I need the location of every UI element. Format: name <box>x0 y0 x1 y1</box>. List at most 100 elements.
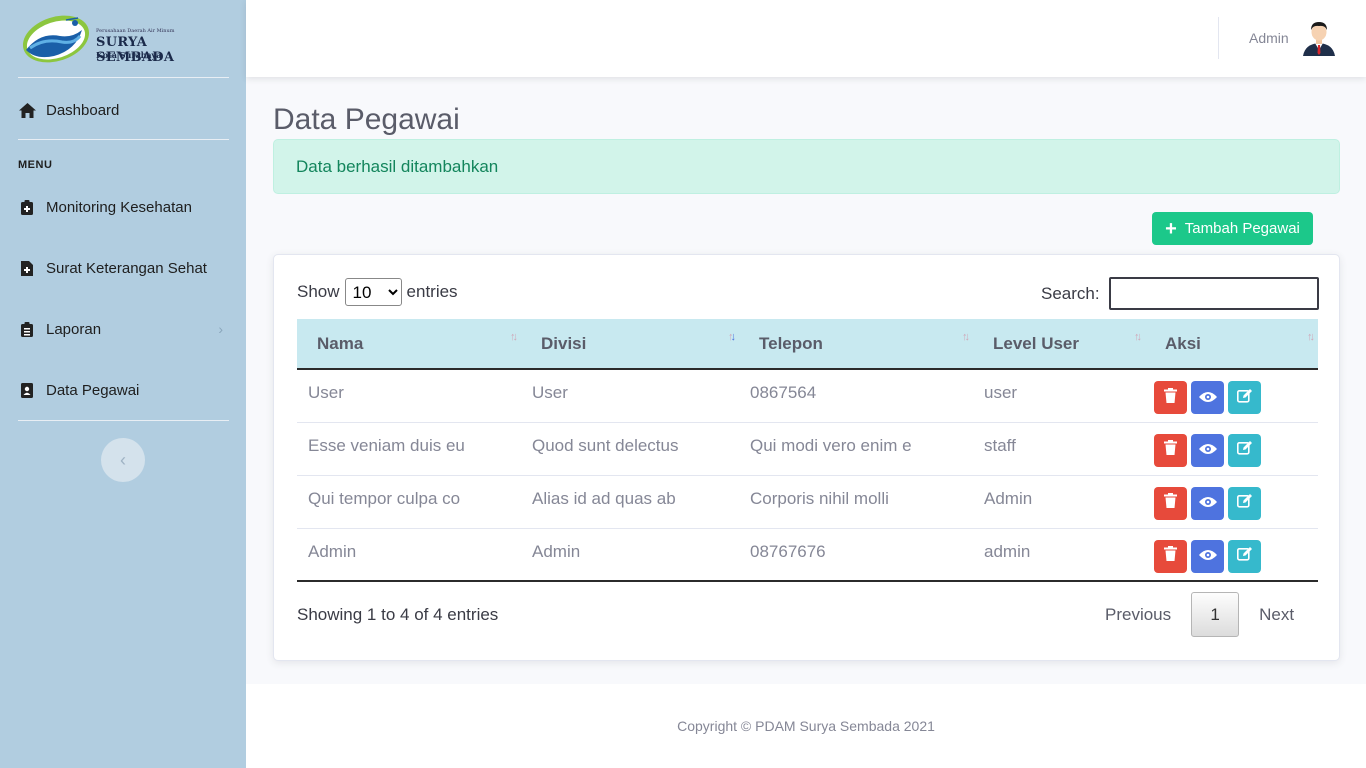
pegawai-table: Nama ↑↓ Divisi ↑↓ Telepon ↑↓ Level User ↑↓ A… <box>297 319 1318 582</box>
brand-city: Kota Surabaya <box>96 50 162 60</box>
delete-button[interactable] <box>1154 433 1187 467</box>
eye-icon <box>1198 440 1217 460</box>
edit-icon <box>1236 493 1253 513</box>
search-input[interactable] <box>1108 277 1319 310</box>
row-actions <box>1154 433 1318 467</box>
home-icon <box>18 102 36 118</box>
data-card: Show 10 entries Search: Nama ↑↓ Divisi ↑↓ … <box>273 254 1340 661</box>
footer: Copyright © PDAM Surya Sembada 2021 <box>246 684 1366 768</box>
sidebar-item-surat-keterangan-sehat[interactable]: Surat Keterangan Sehat <box>18 253 229 283</box>
sort-icon: ↑↓ <box>1134 331 1142 343</box>
cell-telepon: 08767676 <box>739 528 973 582</box>
search-label: Search: <box>1041 283 1100 303</box>
table-row: Qui tempor culpa co Alias id ad quas ab Co… <box>297 475 1318 529</box>
sidebar-item-label: Dashboard <box>46 101 120 119</box>
edit-icon <box>1236 546 1253 566</box>
topbar: Admin <box>246 0 1366 77</box>
file-medical-icon <box>18 260 36 276</box>
trash-icon <box>1164 493 1177 513</box>
brand-tagline: Perusahaan Daerah Air Minum <box>96 28 175 34</box>
view-button[interactable] <box>1191 539 1224 573</box>
delete-button[interactable] <box>1154 381 1187 414</box>
chevron-right-icon: › <box>218 321 223 337</box>
cell-aksi <box>1145 475 1318 529</box>
delete-button[interactable] <box>1154 486 1187 520</box>
sidebar-item-label: Surat Keterangan Sehat <box>46 259 207 277</box>
cell-divisi: Alias id ad quas ab <box>521 475 739 529</box>
user-avatar-icon <box>1303 22 1335 56</box>
column-header-telepon[interactable]: Telepon ↑↓ <box>739 319 973 370</box>
cell-nama: Qui tempor culpa co <box>297 475 521 529</box>
copyright-text: Copyright © PDAM Surya Sembada 2021 <box>677 718 935 734</box>
trash-icon <box>1164 440 1177 460</box>
cell-nama: User <box>297 369 521 423</box>
cell-divisi: Admin <box>521 528 739 582</box>
sidebar-item-data-pegawai[interactable]: Data Pegawai <box>18 375 229 405</box>
avatar[interactable] <box>1301 20 1337 56</box>
sidebar-item-label: Laporan <box>46 320 102 338</box>
eye-icon <box>1198 388 1217 408</box>
id-badge-icon <box>18 382 36 398</box>
brand-logo[interactable]: Perusahaan Daerah Air Minum SURYA SEMBAD… <box>20 10 230 68</box>
view-button[interactable] <box>1191 486 1224 520</box>
edit-button[interactable] <box>1228 539 1261 573</box>
entries-select[interactable]: 10 <box>344 278 402 306</box>
show-label: Show <box>297 282 340 301</box>
eye-icon <box>1198 493 1217 513</box>
edit-button[interactable] <box>1228 433 1261 467</box>
view-button[interactable] <box>1191 381 1224 414</box>
clipboard-list-icon <box>18 321 36 337</box>
sort-desc-icon: ↑↓ <box>728 331 736 343</box>
cell-level-user: user <box>973 369 1145 423</box>
edit-button[interactable] <box>1228 381 1261 414</box>
add-pegawai-button[interactable]: + Tambah Pegawai <box>1152 212 1313 245</box>
cell-aksi <box>1145 422 1318 476</box>
sidebar-heading: MENU <box>18 159 53 171</box>
sidebar-toggle-button[interactable]: ‹ <box>101 438 145 482</box>
clipboard-medical-icon <box>18 199 36 215</box>
sidebar-item-laporan[interactable]: Laporan › <box>18 314 229 344</box>
view-button[interactable] <box>1191 433 1224 467</box>
row-actions <box>1154 539 1318 573</box>
entries-length-control: Show 10 entries <box>297 278 458 306</box>
edit-button[interactable] <box>1228 486 1261 520</box>
edit-icon <box>1236 388 1253 408</box>
chevron-left-icon: ‹ <box>120 449 126 470</box>
pagination-page-1[interactable]: 1 <box>1191 592 1240 637</box>
cell-nama: Esse veniam duis eu <box>297 422 521 476</box>
pagination: Previous 1 Next <box>1091 592 1308 637</box>
delete-button[interactable] <box>1154 539 1187 573</box>
column-header-divisi[interactable]: Divisi ↑↓ <box>521 319 739 370</box>
column-header-nama[interactable]: Nama ↑↓ <box>297 319 521 370</box>
column-header-level-user[interactable]: Level User ↑↓ <box>973 319 1145 370</box>
surya-sembada-logo-icon <box>22 15 90 63</box>
cell-telepon: 0867564 <box>739 369 973 423</box>
cell-divisi: User <box>521 369 739 423</box>
sidebar-item-monitoring-kesehatan[interactable]: Monitoring Kesehatan <box>18 192 229 222</box>
cell-divisi: Quod sunt delectus <box>521 422 739 476</box>
pagination-next[interactable]: Next <box>1245 605 1308 625</box>
sort-icon: ↑↓ <box>510 331 518 343</box>
cell-aksi <box>1145 369 1318 423</box>
cell-aksi <box>1145 528 1318 582</box>
sidebar-item-dashboard[interactable]: Dashboard <box>18 95 229 125</box>
sidebar-divider <box>18 139 229 140</box>
cell-level-user: Admin <box>973 475 1145 529</box>
topbar-divider <box>1218 17 1219 59</box>
table-row: Admin Admin 08767676 admin <box>297 528 1318 582</box>
sidebar: Perusahaan Daerah Air Minum SURYA SEMBAD… <box>0 0 246 768</box>
entries-label: entries <box>406 282 458 301</box>
add-pegawai-label: Tambah Pegawai <box>1184 220 1300 237</box>
trash-icon <box>1164 546 1177 566</box>
row-actions <box>1154 381 1318 414</box>
user-name[interactable]: Admin <box>1249 30 1289 46</box>
trash-icon <box>1164 387 1177 408</box>
pagination-previous[interactable]: Previous <box>1091 605 1185 625</box>
sort-icon: ↑↓ <box>1307 331 1315 343</box>
page-title: Data Pegawai <box>273 103 460 136</box>
sidebar-item-label: Data Pegawai <box>46 381 140 399</box>
cell-telepon: Qui modi vero enim e <box>739 422 973 476</box>
column-header-aksi[interactable]: Aksi ↑↓ <box>1145 319 1318 370</box>
sort-icon: ↑↓ <box>962 331 970 343</box>
table-row: User User 0867564 user <box>297 369 1318 423</box>
